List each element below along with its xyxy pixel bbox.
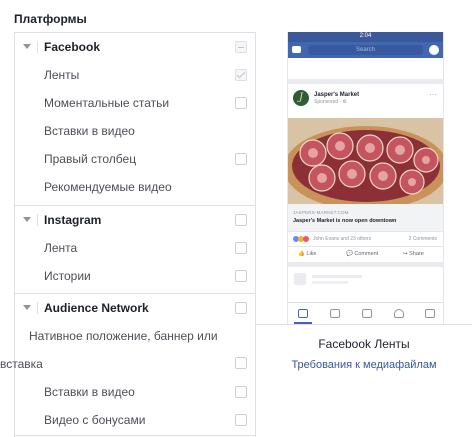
placement-label: Вставки в видео <box>44 385 135 399</box>
facebook-tab-bar <box>288 302 443 324</box>
placement-label: Рекомендуемые видео <box>44 180 172 194</box>
platform-group-audience-network[interactable]: Audience Network <box>15 293 255 321</box>
reaction-icons <box>293 236 309 244</box>
phone-mockup: 2:04 Search J Jasper's Market Sponsored … <box>287 32 444 324</box>
placement-item-in-stream-video[interactable]: Вставки в видео <box>15 117 255 145</box>
placement-label: Видео с бонусами <box>44 413 146 427</box>
link-preview: JASPERS-MARKET.COM Jasper's Market is no… <box>288 204 443 232</box>
platform-group-label: Facebook <box>44 40 101 54</box>
messenger-icon <box>429 45 439 55</box>
audience-network-checkbox[interactable] <box>235 302 247 314</box>
like-action: 👍 Like <box>298 251 317 257</box>
placement-item-instagram-feed[interactable]: Лента <box>15 234 255 262</box>
search-bar: Search <box>308 45 423 55</box>
post-image <box>288 118 443 204</box>
platform-group-instagram[interactable]: Instagram <box>15 205 255 233</box>
post-actions: 👍 Like 💬 Comment ↪ Share <box>288 246 443 262</box>
placement-label: Правый столбец <box>44 152 137 166</box>
ad-preview: 2:04 Search J Jasper's Market Sponsored … <box>256 32 472 324</box>
placement-item-right-column[interactable]: Правый столбец <box>15 145 255 173</box>
placement-label: Моментальные статьи <box>44 96 170 110</box>
comment-action: 💬 Comment <box>346 251 379 257</box>
placement-item-suggested-video[interactable]: Рекомендуемые видео <box>15 173 255 201</box>
rewarded-video-checkbox[interactable] <box>235 414 247 426</box>
placement-label: Ленты <box>44 68 80 82</box>
next-post-placeholder <box>288 262 443 296</box>
platform-group-facebook[interactable]: Facebook <box>15 33 255 61</box>
right-column-checkbox[interactable] <box>235 153 247 165</box>
video-icon <box>330 309 340 318</box>
placement-item-feeds[interactable]: Ленты <box>15 61 255 89</box>
divider <box>37 302 38 314</box>
link-headline: Jasper's Market is now open downtown <box>293 218 397 224</box>
chevron-down-icon[interactable] <box>23 44 31 49</box>
feeds-checkbox[interactable] <box>235 69 247 81</box>
placement-item-instant-articles[interactable]: Моментальные статьи <box>15 89 255 117</box>
divider <box>37 214 38 226</box>
chevron-down-icon[interactable] <box>23 305 31 310</box>
placement-item-instagram-stories[interactable]: Истории <box>15 262 255 290</box>
chevron-down-icon[interactable] <box>23 217 31 222</box>
divider <box>37 41 38 53</box>
menu-icon <box>425 309 435 318</box>
an-in-stream-video-checkbox[interactable] <box>235 386 247 398</box>
marketplace-icon <box>362 309 372 318</box>
placement-label-line1: Нативное положение, баннер или <box>29 329 218 343</box>
sponsored-label: Sponsored · ⚙ <box>314 99 348 105</box>
placement-label-line2: вставка <box>0 357 43 371</box>
placement-label: Вставки в видео <box>44 124 135 138</box>
instant-articles-checkbox[interactable] <box>235 97 247 109</box>
instagram-feed-checkbox[interactable] <box>235 242 247 254</box>
fig-tart-image <box>288 118 443 204</box>
notifications-icon <box>394 309 404 318</box>
feed-composer-stub <box>288 58 443 84</box>
placement-label: Лента <box>44 241 78 255</box>
platform-group-label: Audience Network <box>44 301 149 315</box>
instagram-stories-checkbox[interactable] <box>235 270 247 282</box>
native-banner-checkbox[interactable] <box>235 357 247 369</box>
camera-icon <box>292 46 301 53</box>
placement-item-rewarded-video[interactable]: Видео с бонусами <box>15 406 255 434</box>
divider <box>256 324 472 325</box>
comments-count: 2 Comments <box>408 236 437 242</box>
preview-placement-name: Facebook Ленты <box>318 337 410 351</box>
advertiser-name: Jasper's Market <box>314 92 360 98</box>
link-url: JASPERS-MARKET.COM <box>293 210 349 215</box>
placement-label: Истории <box>44 269 91 283</box>
more-icon: ··· <box>429 90 437 99</box>
platforms-section-title: Платформы <box>14 12 87 26</box>
reactions-text: John Evans and 23 others <box>313 236 372 242</box>
facebook-checkbox[interactable] <box>235 41 247 53</box>
facebook-top-bar: Search <box>288 42 443 58</box>
post-header: J Jasper's Market Sponsored · ⚙ ··· <box>288 84 443 118</box>
reactions-row: John Evans and 23 others 2 Comments <box>288 232 443 246</box>
divider <box>15 435 255 436</box>
status-time: 2:04 <box>359 33 372 39</box>
media-requirements-link[interactable]: Требования к медиафайлам <box>256 359 472 371</box>
phone-status-bar: 2:04 <box>288 32 443 42</box>
instagram-checkbox[interactable] <box>235 214 247 226</box>
platform-group-label: Instagram <box>44 213 102 227</box>
placement-item-an-in-stream-video[interactable]: Вставки в видео <box>15 378 255 406</box>
news-feed-icon <box>298 309 308 318</box>
advertiser-logo: J <box>293 90 309 106</box>
share-action: ↪ Share <box>403 251 424 257</box>
platform-list: Facebook Ленты Моментальные статьи Встав… <box>14 32 256 437</box>
placement-item-native-banner[interactable] <box>15 349 255 377</box>
